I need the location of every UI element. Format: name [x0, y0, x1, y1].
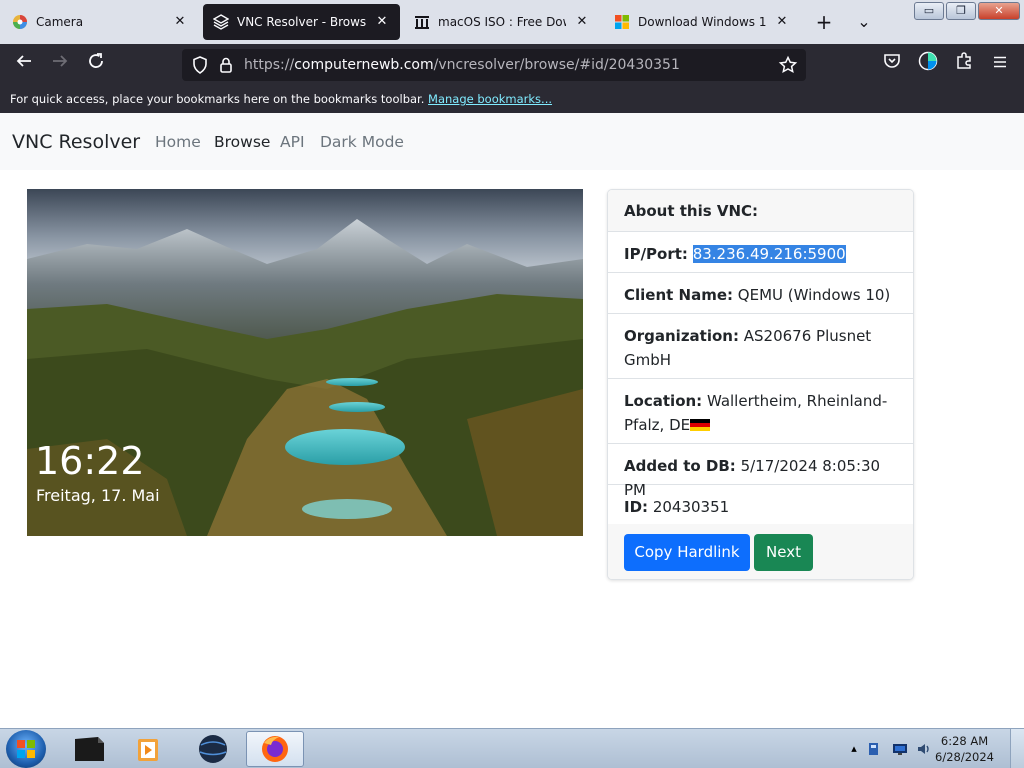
url-bar[interactable]: https://computernewb.com/vncresolver/bro…	[182, 49, 806, 81]
volume-icon[interactable]	[916, 741, 932, 757]
windows-logo-icon	[614, 14, 630, 30]
tab-camera[interactable]: Camera ✕	[2, 4, 198, 40]
url-path: /vncresolver/browse/#id/20430351	[433, 57, 680, 73]
forward-arrow-icon	[53, 55, 68, 67]
tab-strip: Camera ✕ VNC Resolver - Browse ✕ macOS I…	[0, 0, 1024, 44]
puzzle-icon	[957, 52, 971, 69]
client-name-value: QEMU (Windows 10)	[737, 286, 891, 304]
tab-vnc-resolver[interactable]: VNC Resolver - Browse ✕	[203, 4, 400, 40]
tab-macos-iso[interactable]: macOS ISO : Free Downloa ✕	[404, 4, 600, 40]
clock-date: 6/28/2024	[935, 750, 994, 764]
shield-icon[interactable]	[190, 55, 210, 75]
bookmarks-toolbar: For quick access, place your bookmarks h…	[0, 86, 1024, 113]
tab-label: macOS ISO : Free Downloa	[438, 15, 566, 29]
show-desktop-button[interactable]	[1010, 729, 1024, 768]
tab-download-windows[interactable]: Download Windows 11 ✕	[604, 4, 800, 40]
tab-label: VNC Resolver - Browse	[237, 15, 366, 29]
navigation-toolbar: https://computernewb.com/vncresolver/bro…	[0, 44, 1024, 86]
extensions-button[interactable]	[950, 51, 978, 79]
client-name-label: Client Name:	[624, 286, 734, 304]
media-player-icon	[138, 739, 158, 761]
new-tab-button[interactable]: +	[810, 8, 838, 36]
window-controls: ▭ ❐ ✕	[914, 2, 1020, 20]
url-scheme: https://	[244, 57, 295, 73]
url-host: computernewb.com	[294, 57, 434, 73]
id-value: 20430351	[652, 498, 730, 516]
card-header: About this VNC:	[608, 190, 913, 232]
ip-port-row: IP/Port: 83.236.49.216:5900	[608, 232, 913, 273]
forward-button[interactable]	[46, 51, 74, 79]
lock-icon[interactable]	[216, 55, 236, 75]
nav-link-api[interactable]: API	[280, 133, 305, 151]
taskbar-clock[interactable]: 6:28 AM 6/28/2024	[935, 733, 994, 765]
hamburger-menu-icon	[994, 56, 1006, 68]
close-tab-icon[interactable]: ✕	[374, 14, 390, 30]
back-arrow-icon	[16, 55, 31, 67]
clock-time: 6:28 AM	[940, 734, 989, 748]
reload-icon	[89, 53, 103, 68]
added-to-db-row: Added to DB: 5/17/2024 8:05:30 PM	[608, 444, 913, 499]
germany-flag-icon	[690, 419, 711, 431]
restore-button[interactable]: ❐	[946, 2, 976, 20]
account-button[interactable]	[914, 51, 942, 79]
close-window-button[interactable]: ✕	[978, 2, 1020, 20]
close-tab-icon[interactable]: ✕	[774, 14, 790, 30]
mountain-landscape-image	[27, 219, 583, 536]
tab-label: Download Windows 11	[638, 15, 766, 29]
card-footer: Copy Hardlink Next	[608, 524, 913, 579]
color-wheel-icon	[12, 14, 28, 30]
tab-label: Camera	[36, 15, 84, 29]
url-text[interactable]: https://computernewb.com/vncresolver/bro…	[244, 57, 680, 73]
windows-taskbar: ▴ 6:28 AM 6/28/2024	[0, 728, 1024, 768]
ip-port-label: IP/Port:	[624, 245, 688, 263]
organization-label: Organization:	[624, 327, 739, 345]
firefox-icon	[262, 736, 288, 762]
site-navbar: VNC Resolver Home Browse API Dark Mode	[0, 113, 1024, 170]
taskbar-app-window[interactable]	[60, 731, 118, 767]
id-label: ID:	[624, 498, 649, 516]
lockscreen-time: 16:22	[35, 439, 145, 483]
location-label: Location:	[624, 392, 703, 410]
tray-overflow-chevron-icon[interactable]: ▴	[846, 741, 862, 757]
vnc-info-card: About this VNC: IP/Port: 83.236.49.216:5…	[607, 189, 914, 580]
pocket-button[interactable]	[878, 51, 906, 79]
globe-icon	[199, 735, 227, 763]
bookmarks-hint: For quick access, place your bookmarks h…	[10, 92, 425, 106]
manage-bookmarks-link[interactable]: Manage bookmarks...	[428, 92, 552, 106]
nav-link-browse[interactable]: Browse	[214, 133, 270, 151]
back-button[interactable]	[10, 51, 38, 79]
nav-link-home[interactable]: Home	[155, 133, 201, 151]
taskbar-app-globe[interactable]	[184, 731, 242, 767]
reload-button[interactable]	[82, 51, 110, 79]
next-button[interactable]: Next	[754, 534, 813, 571]
menu-button[interactable]	[986, 51, 1014, 79]
minimize-button[interactable]: ▭	[914, 2, 944, 20]
site-brand[interactable]: VNC Resolver	[12, 131, 140, 153]
organization-row: Organization: AS20676 Plusnet GmbH	[608, 314, 913, 379]
account-circle-icon	[918, 51, 938, 71]
network-device-icon[interactable]	[866, 741, 882, 757]
close-tab-icon[interactable]: ✕	[172, 14, 188, 30]
windows-orb-icon	[17, 740, 35, 758]
start-button[interactable]	[6, 730, 46, 768]
taskbar-app-media[interactable]	[122, 731, 180, 767]
ip-port-value[interactable]: 83.236.49.216:5900	[692, 245, 846, 263]
taskbar-app-firefox[interactable]	[246, 731, 304, 767]
layers-icon	[213, 14, 229, 30]
bookmark-star-icon[interactable]	[778, 55, 798, 75]
copy-hardlink-button[interactable]: Copy Hardlink	[624, 534, 750, 571]
added-to-db-label: Added to DB:	[624, 457, 736, 475]
nav-link-dark-mode[interactable]: Dark Mode	[320, 133, 404, 151]
black-box-icon	[75, 737, 104, 761]
monitor-icon[interactable]	[892, 741, 908, 757]
vnc-screenshot: 16:22 Freitag, 17. Mai	[27, 189, 583, 536]
lockscreen-date: Freitag, 17. Mai	[36, 486, 160, 505]
tab-list-button[interactable]: ⌄	[850, 8, 878, 36]
id-row: ID: 20430351	[608, 485, 913, 525]
pocket-icon	[884, 54, 900, 68]
location-row: Location: Wallertheim, Rheinland-Pfalz, …	[608, 379, 913, 444]
client-name-row: Client Name: QEMU (Windows 10)	[608, 273, 913, 314]
archive-icon	[414, 14, 430, 30]
close-tab-icon[interactable]: ✕	[574, 14, 590, 30]
